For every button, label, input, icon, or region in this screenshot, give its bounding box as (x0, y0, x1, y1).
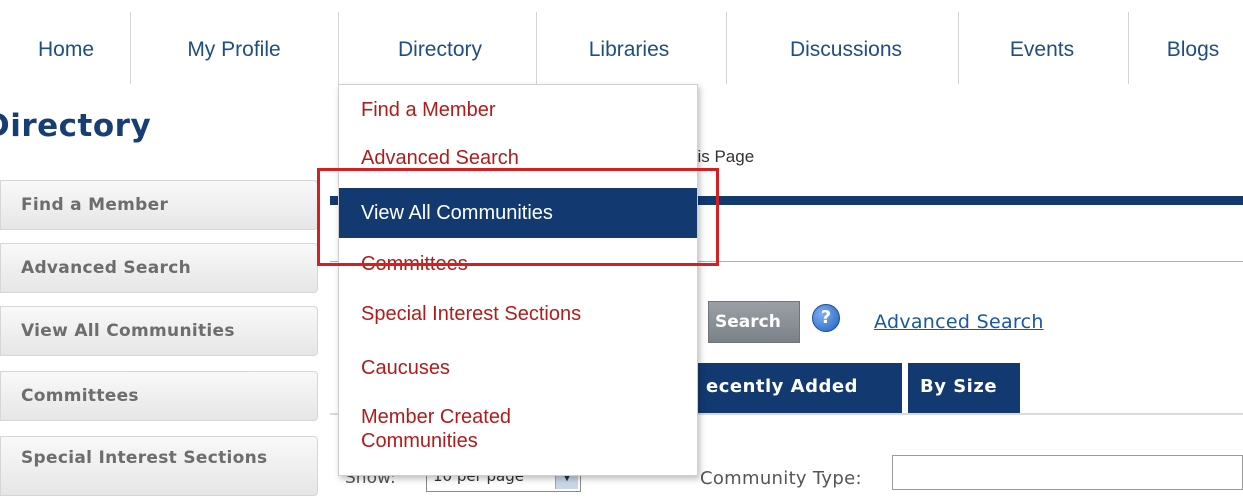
highlight-box (317, 168, 719, 266)
menu-item-advanced-search[interactable]: Advanced Search (339, 147, 697, 170)
nav-divider (958, 12, 959, 84)
menu-item-caucuses[interactable]: Caucuses (339, 357, 697, 380)
menu-item-find-member[interactable]: Find a Member (339, 99, 697, 122)
nav-events[interactable]: Events (972, 0, 1112, 100)
nav-divider (338, 12, 339, 84)
sidebar-item-view-all-communities[interactable]: View All Communities (0, 306, 318, 356)
sidebar-item-advanced-search[interactable]: Advanced Search (0, 243, 318, 293)
nav-blogs[interactable]: Blogs (1138, 0, 1243, 100)
directory-dropdown-menu: Find a Member Advanced Search View All C… (338, 84, 698, 476)
menu-item-member-created-communities[interactable]: Member Created Communities (339, 405, 579, 453)
sidebar-item-committees[interactable]: Committees (0, 371, 318, 421)
search-button[interactable]: Search (708, 301, 800, 343)
nav-discussions[interactable]: Discussions (748, 0, 944, 100)
advanced-search-link[interactable]: Advanced Search (874, 311, 1044, 333)
nav-divider (1128, 12, 1129, 84)
help-icon[interactable]: ? (812, 304, 840, 332)
tab-by-size[interactable]: By Size (908, 363, 1020, 413)
sidebar-title: Directory (0, 108, 152, 144)
community-type-select[interactable] (892, 455, 1243, 490)
tab-recently-added[interactable]: ecently Added (694, 363, 902, 413)
sidebar-item-special-interest-sections[interactable]: Special Interest Sections (0, 436, 318, 496)
menu-item-special-interest-sections[interactable]: Special Interest Sections (339, 303, 697, 326)
nav-divider (726, 12, 727, 84)
sidebar-item-find-member[interactable]: Find a Member (0, 180, 318, 230)
nav-home[interactable]: Home (14, 0, 118, 100)
nav-my-profile[interactable]: My Profile (150, 0, 318, 100)
community-type-label: Community Type: (700, 468, 862, 489)
nav-divider (130, 12, 131, 84)
nav-divider (536, 12, 537, 84)
